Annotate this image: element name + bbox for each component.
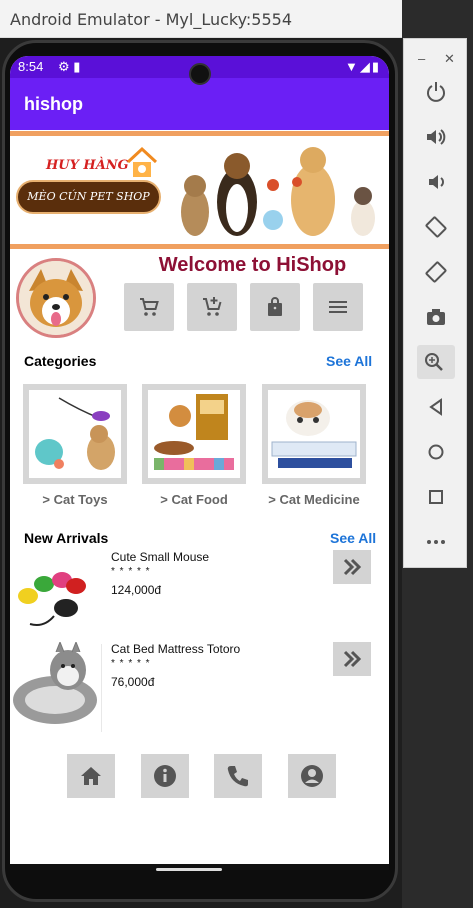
phone-screen: 8:54 ⚙ ▮ ▼◢▮ hishop HUY HÀNG MÈO CÚN PET…: [10, 56, 389, 870]
power-button[interactable]: [419, 75, 453, 109]
rotate-right-icon: [425, 261, 447, 283]
volume-up-icon: [427, 129, 446, 145]
rotate-left-icon: [425, 216, 447, 238]
category-label: > Cat Medicine: [268, 492, 360, 507]
overview-square-icon: [429, 490, 443, 504]
close-icon[interactable]: ✕: [444, 51, 455, 67]
app-bar: hishop: [10, 78, 389, 130]
pets-illustration: [181, 147, 375, 236]
rotate-left-button[interactable]: [419, 210, 453, 244]
double-chevron-right-icon: [343, 650, 362, 668]
home-button[interactable]: [419, 435, 453, 469]
welcome-heading: Welcome to HiShop: [158, 254, 347, 276]
zoom-button[interactable]: [417, 345, 455, 379]
shop-avatar[interactable]: [16, 258, 96, 338]
category-card-cat-toys[interactable]: > Cat Toys: [23, 384, 127, 507]
category-card-cat-medicine[interactable]: > Cat Medicine: [262, 384, 366, 507]
camera-cutout: [189, 63, 211, 85]
menu-icon: [329, 301, 347, 313]
divider: [101, 644, 102, 732]
product-item-cat-bed[interactable]: Cat Bed Mattress Totoro * * * * * 76,000…: [10, 642, 389, 734]
product-detail-button[interactable]: [333, 550, 371, 584]
back-button[interactable]: [419, 390, 453, 424]
screenshot-button[interactable]: [419, 300, 453, 334]
home-icon: [81, 767, 101, 785]
status-notification-icons: ⚙ ▮: [58, 59, 81, 74]
new-arrivals-see-all-link[interactable]: See All: [330, 530, 376, 546]
cart-icon: [140, 298, 159, 316]
categories-see-all-link[interactable]: See All: [326, 353, 372, 369]
product-detail-button[interactable]: [333, 642, 371, 676]
pet-house-icon: [126, 146, 158, 177]
rotate-right-button[interactable]: [419, 255, 453, 289]
cat-food-image: [142, 384, 246, 484]
menu-button[interactable]: [313, 283, 363, 331]
nav-home-button[interactable]: [67, 754, 115, 798]
mouse-toy-image: [18, 572, 86, 626]
status-time: 8:54: [18, 59, 44, 74]
nav-account-button[interactable]: [288, 754, 336, 798]
home-circle-icon: [428, 444, 444, 460]
zoom-icon: [425, 353, 443, 371]
volume-down-button[interactable]: [419, 165, 453, 199]
product-rating: * * * * *: [111, 566, 151, 577]
categories-title: Categories: [24, 353, 97, 369]
cat-medicine-image: [262, 384, 366, 484]
overview-button[interactable]: [419, 480, 453, 514]
window-titlebar[interactable]: Android Emulator - Myl_Lucky:5554: [0, 0, 402, 38]
category-card-cat-food[interactable]: > Cat Food: [142, 384, 246, 507]
nav-phone-button[interactable]: [214, 754, 262, 798]
app-title: hishop: [24, 94, 83, 114]
category-label: > Cat Food: [160, 492, 228, 507]
gesture-home-handle[interactable]: [156, 868, 222, 871]
banner-brand: HUY HÀNG: [46, 158, 129, 173]
status-system-icons: ▼◢▮: [344, 59, 381, 74]
volume-up-button[interactable]: [419, 120, 453, 154]
promo-banner[interactable]: HUY HÀNG MÈO CÚN PET SHOP: [10, 131, 389, 249]
product-price: 124,000đ: [111, 583, 162, 597]
product-rating: * * * * *: [111, 658, 151, 669]
new-arrivals-title: New Arrivals: [24, 530, 109, 546]
add-to-cart-button[interactable]: [187, 283, 237, 331]
product-item-mouse[interactable]: Cute Small Mouse * * * * * 124,000đ: [10, 550, 389, 642]
camera-icon: [427, 309, 445, 325]
add-to-cart-icon: [203, 297, 222, 316]
bag-button[interactable]: [250, 283, 300, 331]
account-icon: [301, 765, 323, 787]
product-name: Cat Bed Mattress Totoro: [111, 642, 241, 656]
phone-icon: [227, 766, 248, 787]
emulator-window: Android Emulator - Myl_Lucky:5554 8:54 ⚙…: [0, 0, 402, 908]
power-icon: [427, 82, 445, 102]
bag-icon: [268, 297, 282, 316]
cat-toys-image: [23, 384, 127, 484]
window-title: Android Emulator - Myl_Lucky:5554: [10, 10, 293, 29]
emulator-toolbar: – ✕: [403, 38, 467, 568]
product-price: 76,000đ: [111, 675, 155, 689]
product-name: Cute Small Mouse: [111, 550, 210, 564]
minimize-icon[interactable]: –: [418, 51, 425, 66]
nav-info-button[interactable]: [141, 754, 189, 798]
volume-down-icon: [429, 175, 444, 189]
category-label: > Cat Toys: [42, 492, 108, 507]
double-chevron-right-icon: [343, 558, 362, 576]
more-button[interactable]: [419, 525, 453, 559]
corgi-image: [19, 261, 93, 335]
info-icon: [154, 765, 176, 787]
cart-button[interactable]: [124, 283, 174, 331]
banner-tagline: MÈO CÚN PET SHOP: [16, 180, 161, 214]
more-horizontal-icon: [427, 540, 445, 544]
cat-bed-image: [13, 642, 97, 724]
back-triangle-icon: [429, 398, 442, 416]
